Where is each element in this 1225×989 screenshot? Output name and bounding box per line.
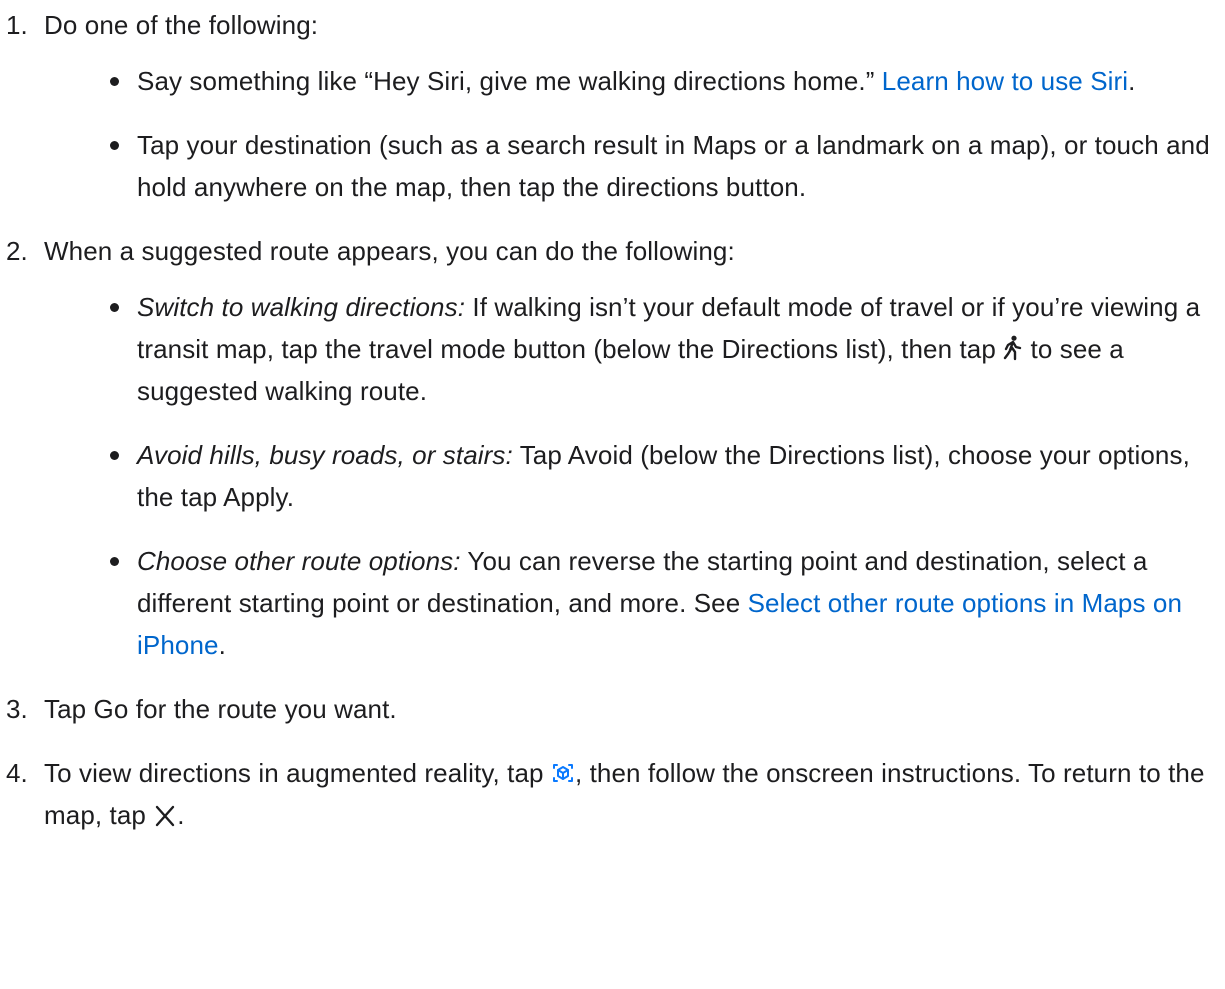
bullet (110, 451, 119, 460)
item-text: Say something like “Hey Siri, give me wa… (137, 66, 882, 96)
step-2: 2. When a suggested route appears, you c… (0, 230, 1225, 666)
step-2-options: Switch to walking directions: If walking… (44, 286, 1225, 666)
close-icon (153, 805, 177, 827)
step-1-options: Say something like “Hey Siri, give me wa… (44, 60, 1225, 208)
walking-person-icon (1003, 335, 1023, 361)
step-number: 2. (6, 236, 28, 266)
bullet (110, 303, 119, 312)
item-label: Avoid hills, busy roads, or stairs: (137, 440, 513, 470)
item-text: Tap your destination (such as a search r… (137, 130, 1210, 202)
step-text-part: . (177, 800, 185, 830)
item-label: Choose other route options: (137, 546, 461, 576)
step-text: To view directions in augmented reality,… (44, 752, 1225, 836)
list-item: Avoid hills, busy roads, or stairs: Tap … (44, 434, 1225, 518)
step-3: 3. Tap Go for the route you want. (0, 688, 1225, 730)
learn-siri-link[interactable]: Learn how to use Siri (882, 66, 1128, 96)
step-1: 1. Do one of the following: Say somethin… (0, 4, 1225, 208)
bullet (110, 141, 119, 150)
bullet (110, 77, 119, 86)
list-item: Tap your destination (such as a search r… (44, 124, 1225, 208)
list-item: Choose other route options: You can reve… (44, 540, 1225, 666)
step-4: 4. To view directions in augmented reali… (0, 752, 1225, 836)
step-text: When a suggested route appears, you can … (44, 236, 735, 266)
bullet (110, 557, 119, 566)
step-number: 1. (6, 10, 28, 40)
step-number: 3. (6, 694, 28, 724)
instruction-steps: 1. Do one of the following: Say somethin… (0, 0, 1225, 836)
step-number: 4. (6, 758, 28, 788)
list-item: Say something like “Hey Siri, give me wa… (44, 60, 1225, 102)
item-punctuation: . (218, 630, 226, 660)
step-text-part: To view directions in augmented reality,… (44, 758, 551, 788)
list-item: Switch to walking directions: If walking… (44, 286, 1225, 412)
item-punctuation: . (1128, 66, 1136, 96)
step-text: Do one of the following: (44, 10, 319, 40)
ar-view-icon (551, 761, 575, 785)
step-text: Tap Go for the route you want. (44, 694, 397, 724)
item-label: Switch to walking directions: (137, 292, 466, 322)
